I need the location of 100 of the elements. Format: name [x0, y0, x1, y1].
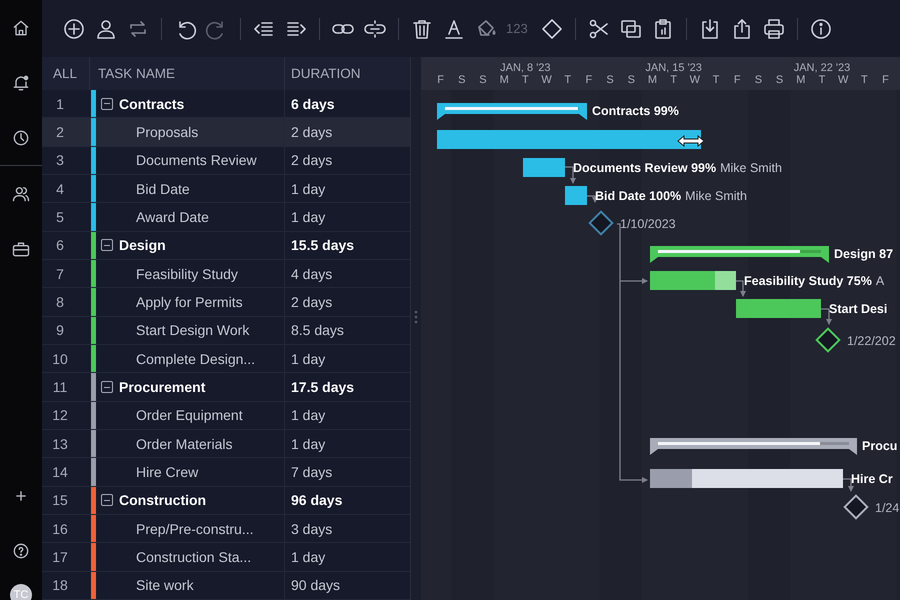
day-label: W	[688, 74, 702, 86]
week-label: JAN, 15 '23	[644, 62, 703, 74]
table-row[interactable]: 17 Construction Sta... 1 day	[42, 543, 410, 572]
task-name: Award Date	[136, 208, 209, 225]
task-name: Procurement	[119, 379, 206, 396]
collapse-icon[interactable]	[101, 98, 113, 110]
day-label: S	[478, 74, 488, 86]
home-icon[interactable]	[11, 18, 31, 38]
day-label: T	[818, 74, 826, 86]
row-number: 6	[55, 236, 65, 256]
bar-label: Start Desi	[829, 302, 888, 316]
summary-bar[interactable]	[437, 103, 587, 120]
table-row[interactable]: 8 Apply for Permits 2 days	[42, 288, 410, 317]
splitter-handle-icon[interactable]	[414, 308, 418, 324]
bar-label: Contracts 99%	[592, 104, 679, 118]
row-number: 13	[51, 434, 69, 454]
summary-bar[interactable]	[650, 246, 829, 263]
bar-label: Documents Review 99%	[573, 161, 716, 175]
day-label: S	[457, 74, 466, 86]
table-row[interactable]: 16 Prep/Pre-constru... 3 days	[42, 515, 410, 544]
row-number: 1	[55, 94, 65, 114]
task-name: Construction	[119, 492, 206, 508]
task-name: Bid Date	[136, 180, 190, 197]
help-icon[interactable]	[11, 540, 31, 560]
clock-icon[interactable]	[11, 128, 31, 148]
day-label: W	[540, 74, 553, 86]
add-icon[interactable]	[62, 16, 86, 40]
bar-label: Hire Cr	[851, 472, 893, 486]
task-name: Contracts	[119, 96, 184, 112]
duration-cell-text: 6 days	[290, 94, 336, 114]
duration-cell-text: 1 day	[290, 350, 326, 369]
week-label: JAN, 8 '23	[499, 62, 552, 74]
collapse-icon[interactable]	[101, 494, 113, 506]
task-name: Complete Design...	[136, 350, 256, 367]
table-row[interactable]: 9 Start Design Work 8.5 days	[42, 316, 410, 346]
row-number: 14	[51, 463, 69, 482]
column-header[interactable]: DURATION	[285, 57, 410, 90]
duration-cell-text: 7 days	[290, 463, 334, 482]
bar-label: Procu	[862, 439, 898, 453]
bell-icon[interactable]	[11, 72, 31, 92]
row-number: 15	[51, 491, 69, 510]
day-label: F	[732, 74, 742, 86]
table-row[interactable]: 10 Complete Design... 1 day	[42, 345, 410, 374]
info-icon[interactable]	[809, 16, 833, 40]
table-row[interactable]: 7 Feasibility Study 4 days	[42, 260, 410, 288]
duration-cell-text: 1 day	[290, 406, 326, 426]
row-number: 16	[51, 520, 69, 539]
table-row[interactable]: 5 Award Date 1 day	[42, 203, 410, 232]
duration-cell-text: 1 day	[290, 434, 326, 454]
milestone-date: 1/22/202	[847, 334, 896, 348]
collapse-icon[interactable]	[101, 239, 113, 252]
task-name: Site work	[136, 577, 194, 594]
task-name: Design	[119, 237, 166, 254]
day-label: T	[520, 74, 530, 86]
table-row[interactable]: 12 Order Equipment 1 day	[42, 402, 410, 430]
collapse-icon[interactable]	[101, 381, 113, 394]
table-row[interactable]: 4 Bid Date 1 day	[42, 174, 410, 204]
day-label: M	[646, 74, 658, 86]
day-label: T	[669, 74, 678, 86]
diamond-icon[interactable]	[540, 16, 564, 40]
duration-cell-text: 17.5 days	[290, 378, 356, 398]
table-row[interactable]: 18 Site work 90 days	[42, 572, 410, 600]
duration-cell-text: 2 days	[290, 122, 334, 142]
task-name: Apply for Permits	[136, 294, 243, 310]
day-label: W	[836, 74, 850, 86]
bar-label: Design 87	[834, 247, 894, 261]
assignee-label: A	[876, 274, 884, 288]
table-row[interactable]: 15 Construction 96 days	[42, 486, 410, 516]
duration-cell-text: 1 day	[290, 548, 326, 568]
table-row[interactable]: 14 Hire Crew 7 days	[42, 458, 410, 487]
summary-bar[interactable]	[650, 438, 857, 455]
task-name: Order Materials	[136, 436, 232, 452]
task-name: Construction Sta...	[136, 549, 252, 566]
resize-cursor-icon	[677, 135, 705, 147]
day-label: M	[498, 74, 510, 86]
table-row[interactable]: 11 Procurement 17.5 days	[42, 373, 410, 402]
printer-icon[interactable]	[762, 16, 786, 40]
task-name: Order Equipment	[136, 407, 243, 424]
table-row[interactable]: 3 Documents Review 2 days	[42, 146, 410, 175]
task-name: Prep/Pre-constru...	[136, 520, 254, 537]
table-row[interactable]: 6 Design 15.5 days	[42, 232, 410, 260]
assignee-label: Mike Smith	[685, 189, 747, 203]
day-label: S	[605, 74, 615, 86]
row-number: 17	[51, 548, 69, 568]
column-header[interactable]: ALL	[42, 57, 90, 90]
day-label: F	[584, 74, 594, 86]
row-number: 12	[51, 406, 69, 426]
table-row[interactable]: 13 Order Materials 1 day	[42, 430, 410, 458]
column-header[interactable]: TASK NAME	[90, 57, 285, 90]
day-label: T	[563, 74, 572, 86]
duration-cell-text: 15.5 days	[290, 236, 356, 256]
day-label: T	[712, 74, 720, 86]
duration-cell-text: 4 days	[290, 264, 334, 284]
duration-cell-text: 96 days	[290, 491, 344, 510]
duration-cell-text: 2 days	[290, 293, 334, 312]
selected-row[interactable]: 2 Proposals 2 days	[42, 118, 410, 147]
task-name: Hire Crew	[136, 464, 198, 480]
task-name: Proposals	[136, 124, 198, 140]
row-number: 10	[51, 350, 69, 369]
day-label: S	[626, 74, 636, 86]
